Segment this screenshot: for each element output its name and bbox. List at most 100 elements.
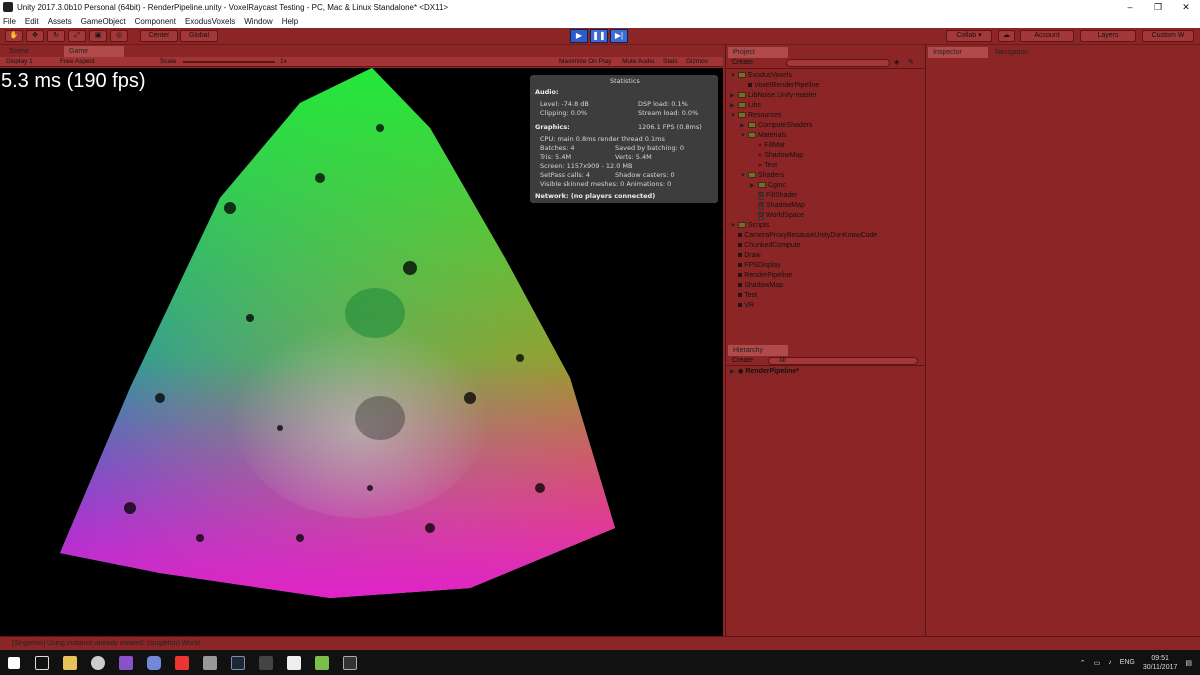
gizmos-dropdown[interactable]: Gizmos bbox=[686, 57, 708, 67]
expand-arrow-icon[interactable]: ▶ bbox=[740, 121, 748, 131]
menu-component[interactable]: Component bbox=[135, 17, 176, 26]
maximize-on-play-toggle[interactable]: Maximize On Play bbox=[559, 57, 611, 67]
favorite-icon[interactable]: ✎ bbox=[908, 58, 914, 66]
maximize-button[interactable]: ❐ bbox=[1144, 0, 1172, 14]
project-item[interactable]: ◙ FPSDisplay bbox=[730, 261, 781, 271]
project-item[interactable]: ▶ LibNoise.Unity-master bbox=[730, 91, 817, 101]
project-item[interactable]: ▼ Materials bbox=[740, 131, 786, 141]
project-item[interactable]: ◙ ShadowMap bbox=[730, 281, 783, 291]
expand-arrow-icon[interactable]: ▼ bbox=[730, 111, 738, 121]
expand-arrow-icon[interactable]: ▶ bbox=[730, 91, 738, 101]
hand-tool-icon[interactable]: ✋ bbox=[5, 30, 23, 42]
menu-assets[interactable]: Assets bbox=[48, 17, 72, 26]
scale-slider[interactable] bbox=[183, 61, 275, 63]
project-item[interactable]: ● ShadowMap bbox=[750, 151, 803, 161]
project-item[interactable]: ▶ ComputeShaders bbox=[740, 121, 812, 131]
generic-app-icon[interactable] bbox=[196, 650, 224, 675]
console-status-bar[interactable]: [Singleton] Using instance already creat… bbox=[0, 636, 1200, 650]
project-item[interactable]: ▼ Resources bbox=[730, 111, 781, 121]
project-item[interactable]: ◙ ChunkedCompute bbox=[730, 241, 801, 251]
task-view-icon[interactable] bbox=[28, 650, 56, 675]
expand-arrow-icon[interactable]: ▶ bbox=[750, 181, 758, 191]
pivot-global-button[interactable]: Global bbox=[180, 30, 218, 42]
play-button[interactable]: ▶ bbox=[570, 29, 588, 43]
project-item[interactable]: S WorldSpace bbox=[750, 211, 804, 221]
expand-arrow-icon[interactable]: ▼ bbox=[730, 71, 738, 81]
project-item[interactable]: ▼ ExodusVoxels bbox=[730, 71, 792, 81]
project-item[interactable]: ◙ CameraProxyBecauseUnityDunKnowCode bbox=[730, 231, 877, 241]
discord-icon[interactable] bbox=[140, 650, 168, 675]
unity-taskbar-icon[interactable] bbox=[336, 650, 364, 675]
project-item[interactable]: ◙ VR bbox=[730, 301, 754, 311]
close-button[interactable]: ✕ bbox=[1172, 0, 1200, 14]
scale-tool-icon[interactable]: ⤢ bbox=[68, 30, 86, 42]
volume-icon[interactable]: ♪ bbox=[1108, 659, 1112, 666]
project-item[interactable]: ▼ Scripts bbox=[730, 221, 769, 231]
menu-exodusvoxels[interactable]: ExodusVoxels bbox=[185, 17, 235, 26]
layers-dropdown[interactable]: Layers bbox=[1080, 30, 1136, 42]
rotate-tool-icon[interactable]: ↻ bbox=[47, 30, 65, 42]
clock[interactable]: 09:51 30/11/2017 bbox=[1143, 654, 1178, 672]
notepad-icon[interactable] bbox=[308, 650, 336, 675]
tab-hierarchy[interactable]: Hierarchy bbox=[728, 345, 788, 356]
rect-tool-icon[interactable]: ▣ bbox=[89, 30, 107, 42]
project-create-dropdown[interactable]: Create bbox=[732, 59, 753, 66]
project-item[interactable]: ▼ Shaders bbox=[740, 171, 784, 181]
project-item[interactable]: ● FillMat bbox=[750, 141, 785, 151]
tab-project[interactable]: Project bbox=[728, 47, 788, 58]
network-icon[interactable]: ▭ bbox=[1094, 659, 1101, 667]
project-item[interactable]: ● Test bbox=[750, 161, 777, 171]
expand-arrow-icon[interactable]: ▼ bbox=[740, 131, 748, 141]
tray-chevron-icon[interactable]: ⌃ bbox=[1080, 659, 1086, 667]
pivot-center-button[interactable]: Center bbox=[140, 30, 178, 42]
project-item[interactable]: S FillShader bbox=[750, 191, 798, 201]
cloud-icon[interactable]: ☁ bbox=[998, 30, 1015, 42]
steam-icon[interactable] bbox=[224, 650, 252, 675]
tab-scene[interactable]: Scene bbox=[4, 46, 60, 57]
move-tool-icon[interactable]: ✥ bbox=[26, 30, 44, 42]
menu-edit[interactable]: Edit bbox=[25, 17, 39, 26]
expand-arrow-icon[interactable]: ▶ bbox=[730, 367, 738, 377]
mute-audio-toggle[interactable]: Mute Audio bbox=[622, 57, 655, 67]
vivaldi-icon[interactable] bbox=[168, 650, 196, 675]
stats-toggle[interactable]: Stats bbox=[663, 57, 678, 67]
hierarchy-scene-row[interactable]: ▶ ◆ RenderPipeline* bbox=[730, 367, 799, 377]
expand-arrow-icon[interactable]: ▶ bbox=[730, 101, 738, 111]
minimize-button[interactable]: – bbox=[1116, 0, 1144, 14]
7zip-icon[interactable] bbox=[280, 650, 308, 675]
menu-gameobject[interactable]: GameObject bbox=[81, 17, 126, 26]
hierarchy-search-input[interactable]: All bbox=[768, 357, 918, 365]
account-dropdown[interactable]: Account bbox=[1020, 30, 1074, 42]
project-item[interactable]: ▶ Libs bbox=[730, 101, 761, 111]
game-viewport[interactable]: 5.3 ms (190 fps) Statistics Audio: Level… bbox=[0, 68, 723, 636]
step-button[interactable]: ▶| bbox=[610, 29, 628, 43]
tab-game[interactable]: Game bbox=[64, 46, 124, 57]
project-item[interactable]: ◙ VoxelRenderPipeline bbox=[740, 81, 819, 91]
expand-arrow-icon[interactable]: ▼ bbox=[730, 221, 738, 231]
project-item[interactable]: ▶ Cginc bbox=[750, 181, 786, 191]
file-explorer-icon[interactable] bbox=[56, 650, 84, 675]
visual-studio-icon[interactable] bbox=[112, 650, 140, 675]
project-item[interactable]: ◙ RenderPipeline bbox=[730, 271, 792, 281]
display-dropdown[interactable]: Display 1 bbox=[6, 57, 33, 67]
aspect-dropdown[interactable]: Free Aspect bbox=[60, 57, 95, 67]
menu-window[interactable]: Window bbox=[244, 17, 272, 26]
project-item[interactable]: ◙ Test bbox=[730, 291, 757, 301]
notifications-icon[interactable]: ▤ bbox=[1185, 659, 1192, 667]
expand-arrow-icon[interactable]: ▼ bbox=[740, 171, 748, 181]
keyboard-language[interactable]: ENG bbox=[1120, 659, 1135, 666]
vivaldi-app-icon[interactable] bbox=[84, 650, 112, 675]
menu-file[interactable]: File bbox=[3, 17, 16, 26]
tab-navigation[interactable]: Navigation bbox=[990, 47, 1060, 58]
collab-button[interactable]: Collab ▾ bbox=[946, 30, 992, 42]
filter-icon[interactable]: ◈ bbox=[894, 58, 899, 66]
tab-inspector[interactable]: Inspector bbox=[928, 47, 988, 58]
menu-help[interactable]: Help bbox=[282, 17, 298, 26]
transform-tool-icon[interactable]: ◎ bbox=[110, 30, 128, 42]
project-item[interactable]: ◙ Draw bbox=[730, 251, 761, 261]
hierarchy-create-dropdown[interactable]: Create bbox=[732, 357, 753, 364]
windows-start-icon[interactable] bbox=[0, 650, 28, 675]
layout-dropdown[interactable]: Custom W bbox=[1142, 30, 1194, 42]
project-search-input[interactable] bbox=[786, 59, 890, 67]
media-player-icon[interactable] bbox=[252, 650, 280, 675]
